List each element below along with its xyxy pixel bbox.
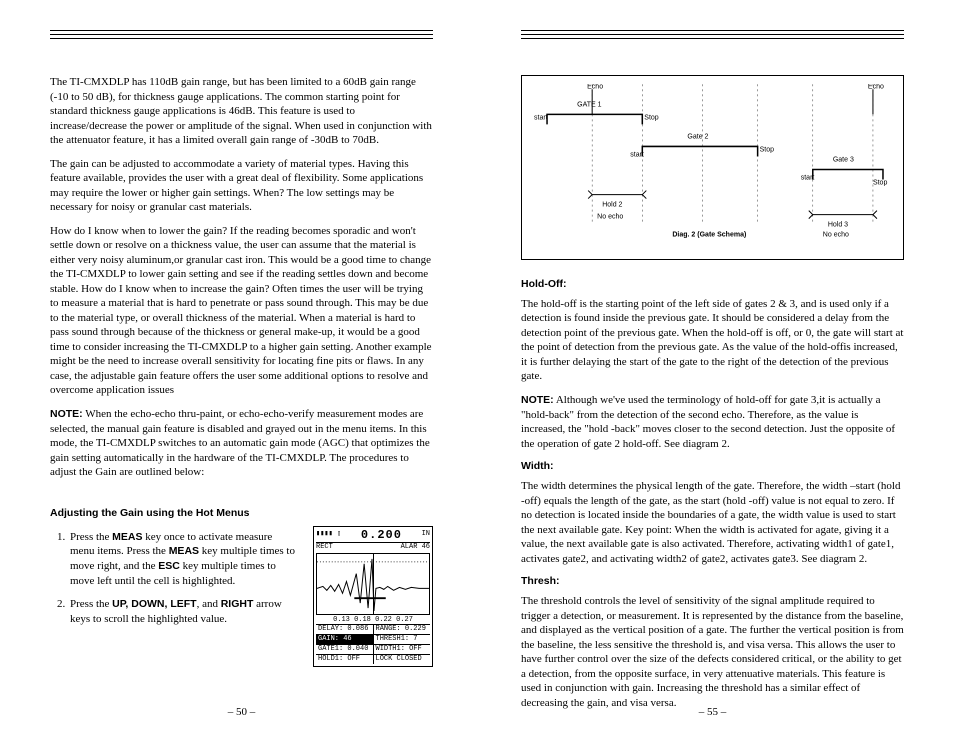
svg-text:start: start [630, 151, 644, 158]
svg-text:No echo: No echo [597, 214, 623, 221]
para-width: The width determines the physical length… [521, 479, 904, 566]
svg-text:Stop: Stop [873, 180, 888, 187]
note-text: Although we've used the terminology of h… [521, 394, 895, 450]
heading-holdoff: Hold-Off: [521, 278, 904, 292]
svg-text:Diag. 2 (Gate Schema): Diag. 2 (Gate Schema) [672, 232, 746, 239]
page-number: – 50 – [50, 705, 433, 720]
svg-text:Hold 2: Hold 2 [602, 202, 622, 209]
heading-thresh: Thresh: [521, 575, 904, 589]
step-1: Press the MEAS key once to activate meas… [68, 530, 299, 589]
para-holdoff: The hold-off is the starting point of th… [521, 297, 904, 384]
note-para: NOTE: When the echo-echo thru-paint, or … [50, 407, 433, 480]
key-esc: ESC [158, 560, 180, 572]
svg-text:Stop: Stop [760, 146, 775, 153]
para: The gain can be adjusted to accommodate … [50, 157, 433, 215]
subhead-adjust-gain: Adjusting the Gain using the Hot Menus [50, 507, 433, 521]
header-rules [50, 30, 433, 39]
svg-text:No echo: No echo [823, 232, 849, 239]
lcd-bars-icon: ▮▮▮▮ ▯ [316, 531, 341, 538]
lcd-reading: 0.200 [361, 529, 402, 541]
keys-arrows: UP, DOWN, LEFT [112, 598, 196, 610]
svg-text:Echo: Echo [587, 84, 603, 90]
key-right: RIGHT [221, 598, 254, 610]
svg-text:start: start [534, 114, 548, 121]
page-right: Echo Echo GATE 1 start Stop Gate 2 start… [477, 0, 954, 738]
header-rules [521, 30, 904, 39]
lcd-screenshot: ▮▮▮▮ ▯ 0.200 IN RECT ALAR 46 0.13 0.18 0… [313, 526, 433, 667]
svg-text:Hold 3: Hold 3 [828, 222, 848, 229]
svg-text:start: start [801, 175, 815, 182]
svg-text:Echo: Echo [868, 84, 884, 90]
para-thresh: The threshold controls the level of sens… [521, 594, 904, 710]
note-label: NOTE: [521, 394, 554, 406]
steps-list: Press the MEAS key once to activate meas… [50, 530, 299, 626]
svg-text:GATE 1: GATE 1 [577, 101, 601, 108]
step-2: Press the UP, DOWN, LEFT, and RIGHT arro… [68, 597, 299, 626]
lcd-unit: IN [422, 531, 430, 538]
para: How do I know when to lower the gain? If… [50, 224, 433, 398]
para: The TI-CMXDLP has 110dB gain range, but … [50, 75, 433, 148]
svg-text:Gate 2: Gate 2 [687, 133, 708, 140]
svg-text:Gate 3: Gate 3 [833, 156, 854, 163]
lcd-table: DELAY: 0.086RANGE: 0.229 GAIN: 46THRESH1… [316, 624, 430, 664]
note-label: NOTE: [50, 408, 83, 420]
page-left: The TI-CMXDLP has 110dB gain range, but … [0, 0, 477, 738]
lcd-alarm: ALAR 46 [401, 544, 430, 551]
lcd-waveform [316, 553, 430, 615]
lcd-scale: 0.13 0.18 0.22 0.27 [316, 617, 430, 624]
gate-schema-diagram: Echo Echo GATE 1 start Stop Gate 2 start… [521, 75, 904, 260]
note-para: NOTE: Although we've used the terminolog… [521, 393, 904, 451]
lcd-mode: RECT [316, 544, 333, 551]
heading-width: Width: [521, 460, 904, 474]
svg-text:Stop: Stop [644, 114, 659, 121]
key-meas: MEAS [169, 545, 199, 557]
key-meas: MEAS [112, 531, 142, 543]
page-number: – 55 – [521, 705, 904, 720]
note-text: When the echo-echo thru-paint, or echo-e… [50, 408, 430, 478]
